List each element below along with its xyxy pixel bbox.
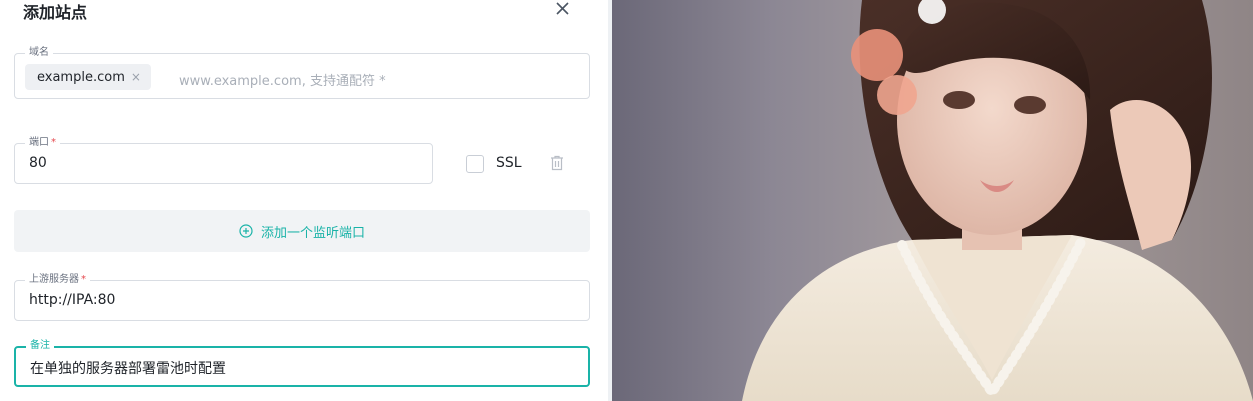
add-port-button[interactable]: 添加一个监听端口 — [14, 210, 590, 252]
remark-input[interactable]: 在单独的服务器部署雷池时配置 — [30, 358, 226, 378]
required-mark: * — [81, 274, 86, 285]
close-icon[interactable] — [552, 0, 572, 20]
trash-icon[interactable] — [548, 154, 566, 172]
domain-input-placeholder[interactable]: www.example.com, 支持通配符 * — [179, 70, 386, 89]
remark-label: 备注 — [26, 339, 54, 353]
required-mark: * — [51, 137, 56, 148]
port-label-text: 端口 — [29, 137, 49, 148]
dialog-title: 添加站点 — [23, 3, 88, 22]
remark-field[interactable]: 备注 在单独的服务器部署雷池时配置 — [14, 339, 590, 387]
plus-circle-icon — [239, 224, 253, 238]
upstream-label-text: 上游服务器 — [29, 274, 79, 285]
domain-chip-text: example.com — [37, 69, 125, 85]
port-field[interactable]: 端口 * 80 — [14, 136, 433, 184]
ssl-label[interactable]: SSL — [496, 155, 522, 171]
ssl-checkbox[interactable] — [466, 155, 484, 173]
domain-field[interactable]: 域名 example.com × www.example.com, 支持通配符 … — [14, 46, 590, 99]
decorative-portrait-image — [612, 0, 1253, 401]
domain-label: 域名 — [25, 46, 53, 60]
upstream-label: 上游服务器 * — [25, 273, 90, 287]
add-site-dialog: 添加站点 域名 example.com × www.example.com, 支… — [0, 0, 608, 401]
add-port-label: 添加一个监听端口 — [260, 225, 365, 241]
portrait-illustration — [742, 0, 1253, 401]
chip-remove-icon[interactable]: × — [131, 70, 141, 84]
upstream-field[interactable]: 上游服务器 * http://IPA:80 — [14, 273, 590, 321]
port-label: 端口 * — [25, 136, 60, 150]
upstream-input[interactable]: http://IPA:80 — [29, 292, 115, 308]
port-input[interactable]: 80 — [29, 155, 47, 171]
domain-chip: example.com × — [25, 64, 151, 90]
